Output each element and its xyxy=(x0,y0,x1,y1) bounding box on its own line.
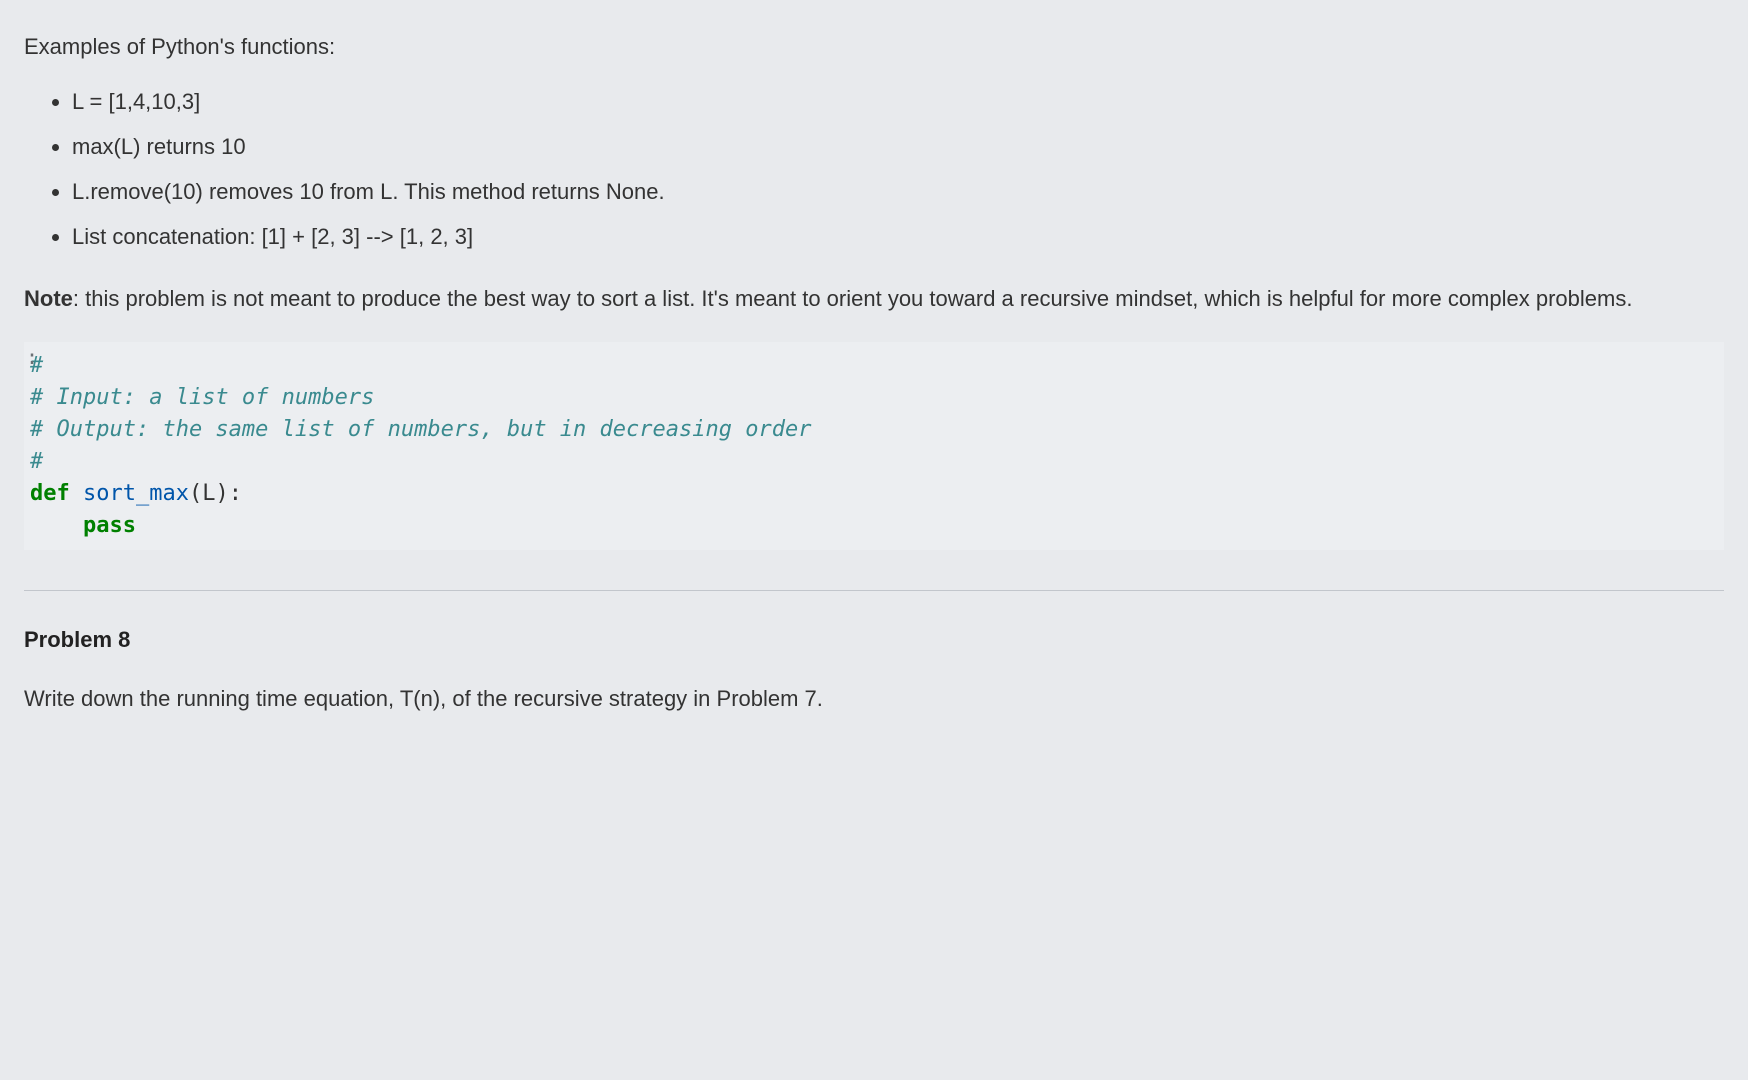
code-paren: ( xyxy=(189,481,202,506)
intro-text: Examples of Python's functions: xyxy=(24,30,1724,63)
code-identifier: L xyxy=(202,481,215,506)
code-comment: # Input: a list of numbers xyxy=(30,385,374,410)
code-paren: ): xyxy=(215,481,242,506)
problem-text: Write down the running time equation, T(… xyxy=(24,682,1724,715)
code-func-name: sort_max xyxy=(70,481,189,506)
code-keyword-def: def xyxy=(30,481,70,506)
list-item: List concatenation: [1] + [2, 3] --> [1,… xyxy=(72,220,1724,253)
note-paragraph: Note: this problem is not meant to produ… xyxy=(24,281,1724,316)
list-item: max(L) returns 10 xyxy=(72,130,1724,163)
code-cell: : # # Input: a list of numbers # Output:… xyxy=(24,342,1724,549)
examples-list: L = [1,4,10,3] max(L) returns 10 L.remov… xyxy=(24,85,1724,253)
code-comment: # Output: the same list of numbers, but … xyxy=(30,417,811,442)
code-block: # # Input: a list of numbers # Output: t… xyxy=(24,342,1724,549)
note-body: : this problem is not meant to produce t… xyxy=(73,286,1633,311)
note-label: Note xyxy=(24,286,73,311)
cell-prompt: : xyxy=(26,342,38,372)
code-comment: # xyxy=(30,449,43,474)
list-item: L = [1,4,10,3] xyxy=(72,85,1724,118)
problem-heading: Problem 8 xyxy=(24,623,1724,656)
code-keyword-pass: pass xyxy=(83,513,136,538)
section-divider xyxy=(24,590,1724,591)
list-item: L.remove(10) removes 10 from L. This met… xyxy=(72,175,1724,208)
